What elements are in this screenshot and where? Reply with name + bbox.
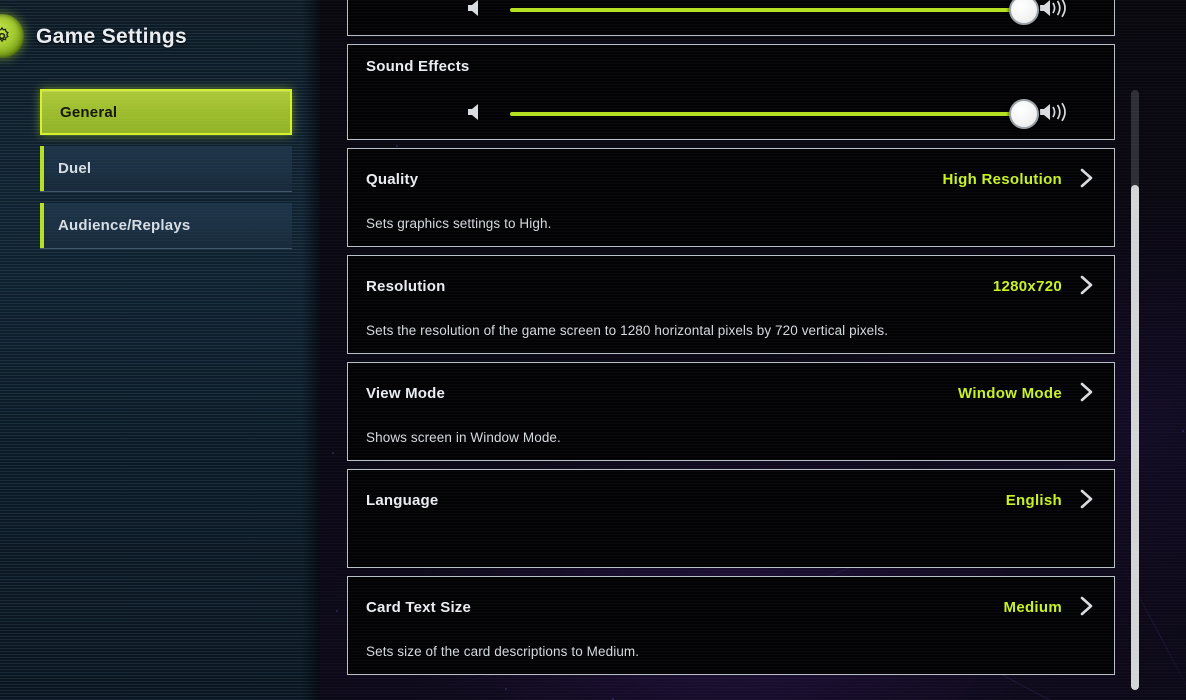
setting-description: Shows screen in Window Mode. <box>366 430 561 445</box>
setting-card-quality[interactable]: Quality High Resolution Sets graphics se… <box>347 148 1115 247</box>
chevron-right-icon[interactable] <box>1076 594 1096 618</box>
chevron-right-icon[interactable] <box>1076 487 1096 511</box>
speaker-mute-icon[interactable] <box>466 0 488 23</box>
speaker-mute-icon[interactable] <box>466 102 488 127</box>
setting-card-music-volume[interactable] <box>347 0 1115 36</box>
setting-label: Language <box>366 492 439 509</box>
sidebar-item-label: General <box>60 103 118 121</box>
chevron-right-icon[interactable] <box>1076 380 1096 404</box>
sound-effects-knob[interactable] <box>1009 99 1039 129</box>
setting-value: Medium <box>1003 599 1062 616</box>
setting-label: Quality <box>366 171 419 188</box>
setting-card-resolution[interactable]: Resolution 1280x720 Sets the resolution … <box>347 255 1115 354</box>
settings-gear-icon <box>0 14 24 58</box>
setting-value: Window Mode <box>958 385 1062 402</box>
setting-description: Sets size of the card descriptions to Me… <box>366 644 640 659</box>
setting-value: 1280x720 <box>992 278 1062 295</box>
chevron-right-icon[interactable] <box>1076 273 1096 297</box>
speaker-volume-icon[interactable] <box>1038 101 1072 128</box>
setting-card-language[interactable]: Language English <box>347 469 1115 568</box>
sidebar: Game Settings General Duel Audience/Repl… <box>0 0 320 700</box>
setting-description: Sets the resolution of the game screen t… <box>366 323 889 338</box>
music-volume-knob[interactable] <box>1009 0 1039 25</box>
chevron-right-icon[interactable] <box>1076 166 1096 190</box>
settings-content-panel: Sound Effects Quality High Resolution Se… <box>347 0 1115 700</box>
settings-nav-list: General Duel Audience/Replays <box>40 89 292 260</box>
setting-description: Sets graphics settings to High. <box>366 216 552 231</box>
setting-label: Card Text Size <box>366 599 472 616</box>
volume-slider-row <box>348 0 1114 25</box>
sidebar-item-audience-replays[interactable]: Audience/Replays <box>40 203 292 249</box>
setting-label: View Mode <box>366 385 446 402</box>
setting-value: High Resolution <box>942 171 1062 188</box>
sidebar-item-duel[interactable]: Duel <box>40 146 292 192</box>
sidebar-item-label: Audience/Replays <box>58 217 191 234</box>
vertical-scrollbar[interactable] <box>1131 90 1139 690</box>
setting-card-view-mode[interactable]: View Mode Window Mode Shows screen in Wi… <box>347 362 1115 461</box>
sidebar-item-general[interactable]: General <box>40 89 292 135</box>
page-title: Game Settings <box>36 25 187 48</box>
speaker-volume-icon[interactable] <box>1038 0 1072 24</box>
sidebar-item-label: Duel <box>58 160 92 177</box>
setting-label: Resolution <box>366 278 446 295</box>
setting-value: English <box>1005 492 1062 509</box>
setting-card-card-text-size[interactable]: Card Text Size Medium Sets size of the c… <box>347 576 1115 675</box>
game-settings-screen: Game Settings General Duel Audience/Repl… <box>0 0 1186 700</box>
volume-slider-row <box>348 99 1114 129</box>
music-volume-slider[interactable] <box>510 0 1039 25</box>
scrollbar-thumb[interactable] <box>1131 185 1139 690</box>
sound-effects-slider[interactable] <box>510 99 1039 129</box>
setting-title: Sound Effects <box>366 58 470 75</box>
setting-card-sound-effects[interactable]: Sound Effects <box>347 44 1115 140</box>
